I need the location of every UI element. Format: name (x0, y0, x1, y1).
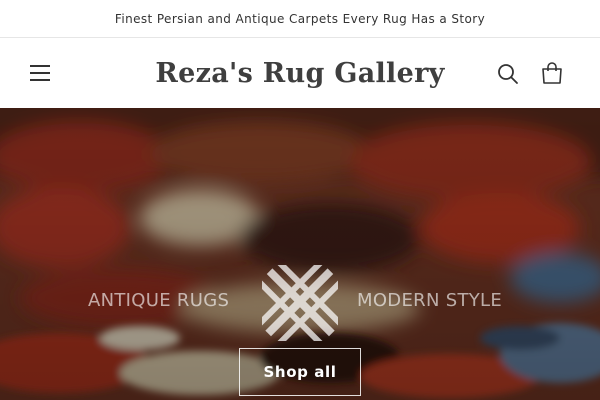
announcement-bar: Finest Persian and Antique Carpets Every… (0, 0, 600, 38)
logo-text: Reza's Rug Gallery (155, 57, 445, 89)
search-icon (498, 64, 518, 84)
tagline-modern-style: MODERN STYLE (357, 290, 503, 311)
menu-button[interactable] (26, 60, 54, 86)
shop-all-label: Shop all (263, 363, 337, 381)
crossed-lines-logo-icon (262, 265, 338, 341)
site-header: Reza's Rug Gallery (0, 38, 600, 108)
search-button[interactable] (494, 60, 522, 88)
shop-all-button[interactable]: Shop all (239, 348, 361, 396)
hero-banner: ANTIQUE RUGS MODERN STYLE Shop all (0, 108, 600, 400)
site-logo[interactable]: Reza's Rug Gallery (150, 52, 450, 94)
cart-icon (542, 62, 562, 84)
tagline-antique-rugs: ANTIQUE RUGS (88, 290, 230, 311)
cart-button[interactable] (538, 60, 566, 88)
announcement-text: Finest Persian and Antique Carpets Every… (114, 11, 486, 26)
